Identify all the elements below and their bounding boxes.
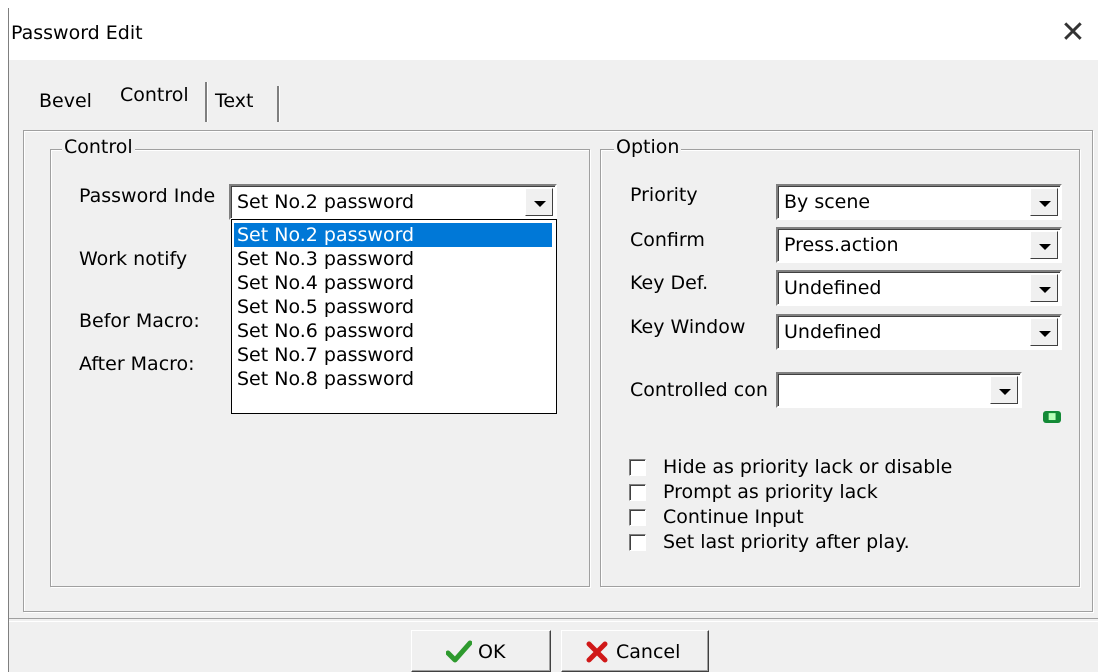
priority-select[interactable]: By scene [776, 184, 1062, 220]
key-def-value: Undefined [784, 277, 882, 299]
dropdown-option[interactable]: Set No.3 password [234, 247, 552, 271]
chevron-down-icon[interactable] [525, 188, 553, 216]
option-group-legend: Option [614, 136, 682, 158]
before-macro-label: Befor Macro: [79, 310, 200, 332]
chevron-down-icon[interactable] [1030, 188, 1058, 216]
key-window-value: Undefined [784, 321, 882, 343]
key-def-label: Key Def. [630, 272, 709, 294]
confirm-select[interactable]: Press.action [776, 227, 1062, 263]
close-icon[interactable]: ✕ [1054, 14, 1092, 52]
key-window-label: Key Window [630, 316, 746, 338]
window-title: Password Edit [11, 22, 143, 44]
tab-divider [277, 86, 280, 122]
green-indicator-icon[interactable]: ■ [1043, 411, 1061, 423]
title-bar: Password Edit ✕ [9, 8, 1098, 60]
chevron-down-icon[interactable] [990, 376, 1018, 404]
dropdown-option[interactable]: Set No.8 password [234, 367, 552, 391]
checkbox-label: Prompt as priority lack [663, 481, 878, 503]
dropdown-option[interactable]: Set No.6 password [234, 319, 552, 343]
password-index-value: Set No.2 password [237, 191, 415, 213]
priority-label: Priority [630, 184, 698, 206]
tab-divider [205, 82, 208, 122]
priority-value: By scene [784, 191, 871, 213]
x-icon [586, 641, 608, 663]
checkbox-label: Set last priority after play. [663, 531, 910, 553]
checkbox-box[interactable] [629, 534, 646, 551]
password-index-select[interactable]: Set No.2 password [229, 184, 557, 220]
chevron-down-icon[interactable] [1030, 231, 1058, 259]
checkbox-box[interactable] [629, 484, 646, 501]
password-index-dropdown[interactable]: Set No.2 password Set No.3 password Set … [231, 219, 557, 414]
tab-text[interactable]: Text [215, 90, 253, 112]
dropdown-option[interactable]: Set No.2 password [234, 223, 552, 247]
chevron-down-icon[interactable] [1030, 274, 1058, 302]
checkbox-box[interactable] [629, 459, 646, 476]
work-notify-label: Work notify [79, 248, 188, 270]
key-def-select[interactable]: Undefined [776, 270, 1062, 306]
controlled-label: Controlled con [630, 379, 768, 401]
hide-priority-checkbox[interactable]: Hide as priority lack or disable [629, 456, 1069, 480]
tab-control[interactable]: Control [120, 84, 189, 106]
controlled-select[interactable] [776, 372, 1022, 408]
key-window-select[interactable]: Undefined [776, 314, 1062, 350]
after-macro-label: After Macro: [79, 353, 195, 375]
chevron-down-icon[interactable] [1030, 318, 1058, 346]
dropdown-option[interactable]: Set No.4 password [234, 271, 552, 295]
ok-button-label: OK [478, 641, 506, 663]
confirm-label: Confirm [630, 229, 705, 251]
dropdown-option[interactable]: Set No.5 password [234, 295, 552, 319]
checkmark-icon [446, 640, 472, 663]
continue-input-checkbox[interactable]: Continue Input [629, 506, 1069, 530]
checkbox-box[interactable] [629, 509, 646, 526]
password-index-label: Password Inde [79, 185, 216, 207]
dropdown-option[interactable]: Set No.7 password [234, 343, 552, 367]
confirm-value: Press.action [784, 234, 899, 256]
cancel-button-label: Cancel [616, 641, 681, 663]
control-group-legend: Control [62, 136, 135, 158]
tab-bevel[interactable]: Bevel [39, 90, 92, 112]
cancel-button[interactable]: Cancel [561, 630, 709, 672]
checkbox-label: Continue Input [663, 506, 804, 528]
prompt-priority-checkbox[interactable]: Prompt as priority lack [629, 481, 1069, 505]
footer-divider [9, 618, 1098, 622]
set-last-priority-checkbox[interactable]: Set last priority after play. [629, 531, 1069, 555]
ok-button[interactable]: OK [411, 630, 551, 672]
checkbox-label: Hide as priority lack or disable [663, 456, 953, 478]
password-edit-dialog: Password Edit ✕ Bevel Control Text Contr… [8, 8, 1098, 672]
